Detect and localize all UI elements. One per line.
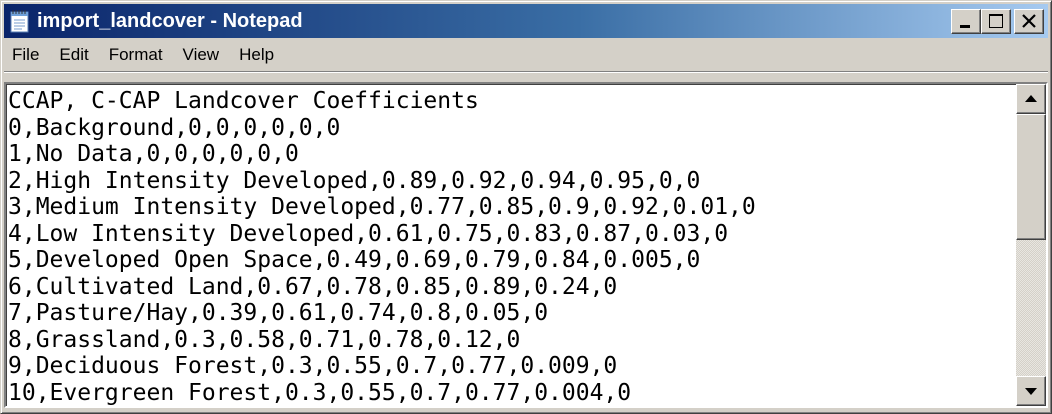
maximize-button[interactable] (981, 9, 1011, 34)
menu-file[interactable]: File (4, 39, 49, 71)
text-line: 0,Background,0,0,0,0,0,0 (8, 114, 341, 141)
notepad-window: import_landcover - Notepad File Edit For… (0, 0, 1052, 414)
window-title: import_landcover - Notepad (37, 9, 303, 32)
window-controls (951, 9, 1044, 34)
text-line: 4,Low Intensity Developed,0.61,0.75,0.83… (8, 220, 729, 247)
menu-help[interactable]: Help (229, 39, 284, 71)
scroll-up-arrow-icon (1025, 95, 1037, 102)
menu-format[interactable]: Format (99, 39, 173, 71)
text-line: 5,Developed Open Space,0.49,0.69,0.79,0.… (8, 247, 701, 273)
text-line: 2,High Intensity Developed,0.89,0.92,0.9… (8, 167, 701, 194)
close-icon (1022, 14, 1036, 28)
text-line: CCAP, C-CAP Landcover Coefficients (8, 88, 479, 114)
menu-bar: File Edit Format View Help (4, 39, 1048, 72)
scroll-down-arrow-icon (1025, 388, 1037, 395)
minimize-button[interactable] (951, 9, 981, 34)
close-button[interactable] (1014, 9, 1044, 34)
scroll-down-button[interactable] (1016, 376, 1046, 406)
text-editor[interactable]: CCAP, C-CAP Landcover Coefficients 0,Bac… (4, 82, 1048, 408)
text-line: 3,Medium Intensity Developed,0.77,0.85,0… (8, 194, 756, 220)
scroll-up-button[interactable] (1016, 84, 1046, 114)
scrollbar-thumb[interactable] (1016, 114, 1046, 240)
text-line: 10,Evergreen Forest,0.3,0.55,0.7,0.77,0.… (8, 379, 632, 406)
text-line: 6,Cultivated Land,0.67,0.78,0.85,0.89,0.… (8, 273, 618, 300)
minimize-icon (960, 25, 970, 28)
document-text[interactable]: CCAP, C-CAP Landcover Coefficients 0,Bac… (8, 88, 1014, 406)
menu-view[interactable]: View (173, 39, 230, 71)
text-line: 7,Pasture/Hay,0.39,0.61,0.74,0.8,0.05,0 (8, 300, 549, 326)
title-bar[interactable]: import_landcover - Notepad (4, 4, 1048, 38)
menu-edit[interactable]: Edit (49, 39, 98, 71)
text-line: 8,Grassland,0.3,0.58,0.71,0.78,0.12,0 (8, 326, 521, 353)
text-line: 9,Deciduous Forest,0.3,0.55,0.7,0.77,0.0… (8, 353, 618, 379)
vertical-scrollbar[interactable] (1016, 84, 1046, 406)
notepad-icon (10, 10, 29, 33)
maximize-icon (989, 14, 1003, 28)
text-line: 1,No Data,0,0,0,0,0,0 (8, 141, 299, 167)
